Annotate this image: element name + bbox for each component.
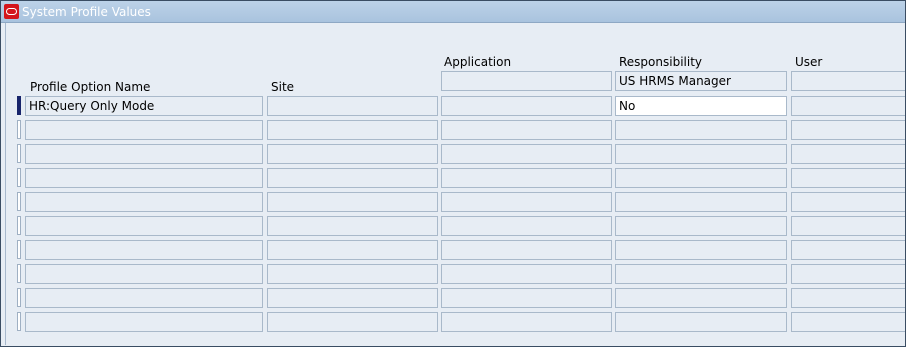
responsibility-value-cell[interactable] — [615, 144, 787, 164]
profile-option-name-cell[interactable] — [25, 216, 263, 236]
profile-option-name-cell[interactable]: HR:Query Only Mode — [25, 96, 263, 116]
site-value-cell[interactable] — [267, 144, 438, 164]
row-indicator[interactable] — [17, 264, 21, 283]
user-value-cell[interactable] — [791, 144, 905, 164]
user-value-cell[interactable] — [791, 288, 905, 308]
user-value-cell[interactable] — [791, 192, 905, 212]
row-indicator[interactable] — [17, 120, 21, 139]
responsibility-value-cell[interactable] — [615, 240, 787, 260]
application-value-cell[interactable] — [441, 168, 612, 188]
application-context-field[interactable] — [441, 71, 612, 91]
site-value-cell[interactable] — [267, 312, 438, 332]
site-value-cell[interactable] — [267, 288, 438, 308]
user-value-cell[interactable] — [791, 312, 905, 332]
user-value-cell[interactable] — [791, 168, 905, 188]
profile-option-name-cell[interactable] — [25, 264, 263, 284]
application-value-cell[interactable] — [441, 192, 612, 212]
responsibility-context-field[interactable]: US HRMS Manager — [615, 71, 787, 91]
application-value-cell[interactable] — [441, 120, 612, 140]
row-indicator[interactable] — [17, 144, 21, 163]
responsibility-value-cell[interactable] — [615, 168, 787, 188]
profile-option-name-cell[interactable] — [25, 120, 263, 140]
row-indicator[interactable] — [17, 240, 21, 259]
site-value-cell[interactable] — [267, 96, 438, 116]
user-value-cell[interactable] — [791, 240, 905, 260]
site-value-cell[interactable] — [267, 192, 438, 212]
row-indicator[interactable] — [17, 288, 21, 307]
user-context-field[interactable] — [791, 71, 905, 91]
row-indicator[interactable] — [17, 312, 21, 331]
application-value-cell[interactable] — [441, 216, 612, 236]
title-bar: System Profile Values — [1, 1, 905, 23]
header-application: Application — [444, 55, 512, 69]
application-value-cell[interactable] — [441, 264, 612, 284]
system-profile-values-window: System Profile Values Profile Option Nam… — [0, 0, 906, 347]
responsibility-value-cell[interactable] — [615, 312, 787, 332]
application-value-cell[interactable] — [441, 288, 612, 308]
left-border — [5, 23, 6, 345]
header-responsibility: Responsibility — [619, 55, 703, 69]
site-value-cell[interactable] — [267, 120, 438, 140]
responsibility-value-cell[interactable] — [615, 288, 787, 308]
user-value-cell[interactable] — [791, 120, 905, 140]
responsibility-value-cell[interactable] — [615, 264, 787, 284]
site-value-cell[interactable] — [267, 216, 438, 236]
header-profile-option-name: Profile Option Name — [30, 80, 151, 94]
application-value-cell[interactable] — [441, 240, 612, 260]
profile-option-name-cell[interactable] — [25, 288, 263, 308]
row-indicator[interactable] — [17, 216, 21, 235]
site-value-cell[interactable] — [267, 264, 438, 284]
responsibility-value-cell[interactable] — [615, 120, 787, 140]
user-value-cell[interactable] — [791, 96, 905, 116]
header-site: Site — [271, 80, 295, 94]
profile-option-name-cell[interactable] — [25, 240, 263, 260]
row-indicator[interactable] — [17, 192, 21, 211]
site-value-cell[interactable] — [267, 168, 438, 188]
application-value-cell[interactable] — [441, 96, 612, 116]
oracle-logo-icon[interactable] — [4, 4, 19, 19]
profile-option-name-cell[interactable] — [25, 168, 263, 188]
row-indicator[interactable] — [17, 168, 21, 187]
profile-option-name-cell[interactable] — [25, 144, 263, 164]
profile-option-name-cell[interactable] — [25, 312, 263, 332]
responsibility-value-cell[interactable] — [615, 192, 787, 212]
user-value-cell[interactable] — [791, 264, 905, 284]
row-indicator[interactable] — [17, 96, 21, 115]
header-user: User — [795, 55, 823, 69]
application-value-cell[interactable] — [441, 144, 612, 164]
user-value-cell[interactable] — [791, 216, 905, 236]
responsibility-value-cell[interactable]: No — [615, 96, 787, 116]
site-value-cell[interactable] — [267, 240, 438, 260]
profile-option-name-cell[interactable] — [25, 192, 263, 212]
application-value-cell[interactable] — [441, 312, 612, 332]
responsibility-value-cell[interactable] — [615, 216, 787, 236]
window-title: System Profile Values — [22, 5, 151, 19]
